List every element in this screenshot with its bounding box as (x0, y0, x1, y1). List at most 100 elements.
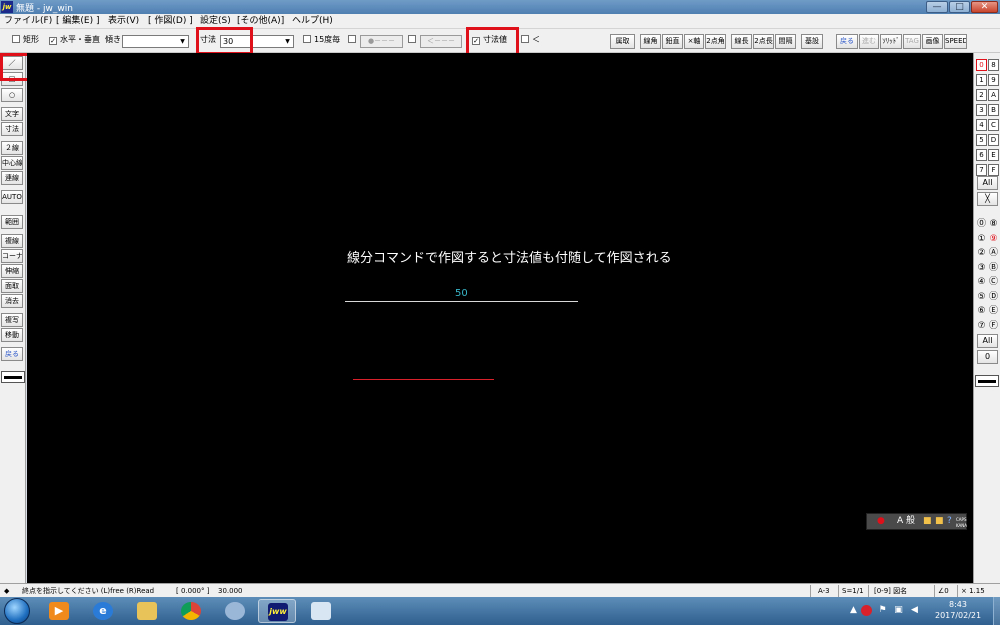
vertical-button[interactable]: 鉛直 (662, 34, 683, 49)
menu-file[interactable]: ファイル(F) (4, 15, 52, 28)
layer-group-2[interactable]: 2 (976, 89, 987, 101)
layer-group-B[interactable]: B (988, 104, 999, 116)
undo-button[interactable]: 戻る (836, 34, 858, 49)
interval-button[interactable]: 間隔 (775, 34, 796, 49)
drawing-canvas[interactable]: 線分コマンドで作図すると寸法値も付随して作図される 50 (27, 53, 973, 583)
volume-icon[interactable]: ◀ (909, 605, 920, 616)
speed-button[interactable]: SPEED (944, 34, 967, 49)
move-tool-button[interactable]: 移動 (1, 328, 23, 342)
arrow-option[interactable] (408, 34, 419, 46)
x-axis-button[interactable]: ×軸 (684, 34, 704, 49)
layer-5-0[interactable]: ⑤ (976, 291, 987, 303)
two-point-length-button[interactable]: 2点長 (753, 34, 774, 49)
antivirus-icon[interactable] (861, 605, 872, 616)
horiz-vert-checkbox[interactable]: ✓ (49, 37, 57, 45)
group-all-button[interactable]: All (977, 176, 998, 190)
tray-expand-icon[interactable]: ▲ (848, 605, 859, 616)
lt-option[interactable]: ＜ (521, 34, 540, 46)
layer-0-0[interactable]: ⓪ (976, 218, 987, 230)
erase-tool-button[interactable]: 消去 (1, 294, 23, 308)
layer-group-6[interactable]: 6 (976, 149, 987, 161)
layer-group-C[interactable]: C (988, 119, 999, 131)
chevron-down-icon[interactable]: ▼ (177, 36, 188, 47)
rect-checkbox[interactable] (12, 35, 20, 43)
lt-checkbox[interactable] (521, 35, 529, 43)
group-clear-button[interactable]: ╳ (977, 192, 998, 206)
auto-tool-button[interactable]: AUTO (1, 190, 23, 204)
double-line-tool-button[interactable]: ２線 (1, 141, 23, 155)
taskbar-paint[interactable] (302, 599, 340, 623)
chevron-down-icon[interactable]: ▼ (282, 36, 293, 47)
layer-5-1[interactable]: Ⓓ (988, 291, 999, 303)
flag-icon[interactable]: ⚑ (877, 605, 888, 616)
layer-zero-button[interactable]: 0 (977, 350, 998, 364)
layer-3-0[interactable]: ③ (976, 262, 987, 274)
layer-all-button[interactable]: All (977, 334, 998, 348)
close-button[interactable]: ✕ (971, 1, 998, 13)
two-point-angle-button[interactable]: 2点角 (705, 34, 726, 49)
taskbar-chrome[interactable] (172, 599, 210, 623)
start-button[interactable] (4, 598, 30, 624)
horiz-vert-option[interactable]: ✓ 水平・垂直 (49, 34, 100, 46)
line-angle-button[interactable]: 線角 (640, 34, 661, 49)
layer-1-1[interactable]: ⑨ (988, 233, 999, 245)
layer-group-7[interactable]: 7 (976, 164, 987, 176)
point-style-button[interactable]: ●－－－ (360, 35, 403, 48)
scale[interactable]: S=1/1 (842, 586, 864, 596)
layer-4-0[interactable]: ④ (976, 276, 987, 288)
angle-combo[interactable]: ▼ (122, 35, 189, 48)
arrow-style-button[interactable]: ＜－－－ (420, 35, 462, 48)
arrow-checkbox[interactable] (408, 35, 416, 43)
zoom-factor[interactable]: × 1.15 (961, 586, 985, 596)
layer-group-F[interactable]: F (988, 164, 999, 176)
layer-name[interactable]: [0-9] 図名 (874, 586, 907, 596)
clock-date[interactable]: 2017/02/21 (935, 611, 981, 620)
circle-tool-button[interactable]: ○ (1, 88, 23, 102)
minimize-button[interactable]: — (926, 1, 948, 13)
taskbar-ie[interactable]: e (84, 599, 122, 623)
layer-group-5[interactable]: 5 (976, 134, 987, 146)
tag-button[interactable]: TAG (903, 34, 921, 49)
drawn-line-red[interactable] (353, 379, 494, 380)
help-icon[interactable]: ? (947, 514, 952, 529)
image-button[interactable]: 画像 (922, 34, 943, 49)
layer-2-0[interactable]: ② (976, 247, 987, 259)
center-line-tool-button[interactable]: 中心線 (1, 156, 23, 170)
rotation-angle[interactable]: ∠0 (938, 586, 949, 596)
range-tool-button[interactable]: 範囲 (1, 215, 23, 229)
point-checkbox[interactable] (348, 35, 356, 43)
menu-view[interactable]: 表示(V) (108, 15, 139, 28)
layer-3-1[interactable]: Ⓑ (988, 262, 999, 274)
base-set-button[interactable]: 基設 (801, 34, 823, 49)
attr-get-button[interactable]: 属取 (610, 34, 635, 49)
corner-tool-button[interactable]: コーナー (1, 249, 23, 263)
solid-button[interactable]: ｿﾘｯﾄﾞ (880, 34, 902, 49)
ime-mode[interactable]: A 般 (897, 514, 915, 529)
layer-pen-box[interactable] (975, 375, 999, 387)
taskbar-app[interactable] (216, 599, 254, 623)
chamfer-tool-button[interactable]: 面取 (1, 279, 23, 293)
taskbar-jw-win[interactable]: jww (258, 599, 296, 623)
copy-tool-button[interactable]: 複写 (1, 313, 23, 327)
show-desktop-button[interactable] (993, 597, 1000, 625)
layer-group-D[interactable]: D (988, 134, 999, 146)
layer-group-A[interactable]: A (988, 89, 999, 101)
layer-6-1[interactable]: Ⓔ (988, 305, 999, 317)
deg15-option[interactable]: 15度毎 (303, 34, 340, 46)
layer-1-0[interactable]: ① (976, 233, 987, 245)
layer-7-1[interactable]: Ⓕ (988, 320, 999, 332)
point-option[interactable] (348, 34, 359, 46)
layer-2-1[interactable]: Ⓐ (988, 247, 999, 259)
continuous-line-tool-button[interactable]: 連線 (1, 171, 23, 185)
layer-4-1[interactable]: Ⓒ (988, 276, 999, 288)
extend-tool-button[interactable]: 伸縮 (1, 264, 23, 278)
menu-edit[interactable]: [ 編集(E) ] (56, 15, 99, 28)
offset-line-tool-button[interactable]: 複線 (1, 234, 23, 248)
layer-group-0[interactable]: 0 (976, 59, 987, 71)
network-icon[interactable]: ▣ (893, 605, 904, 616)
menu-draw[interactable]: [ 作図(D) ] (148, 15, 193, 28)
layer-group-4[interactable]: 4 (976, 119, 987, 131)
layer-group-9[interactable]: 9 (988, 74, 999, 86)
layer-group-8[interactable]: 8 (988, 59, 999, 71)
ime-toolbar[interactable]: ● A 般 ■ ■ ? CAPS KANA (866, 513, 967, 530)
